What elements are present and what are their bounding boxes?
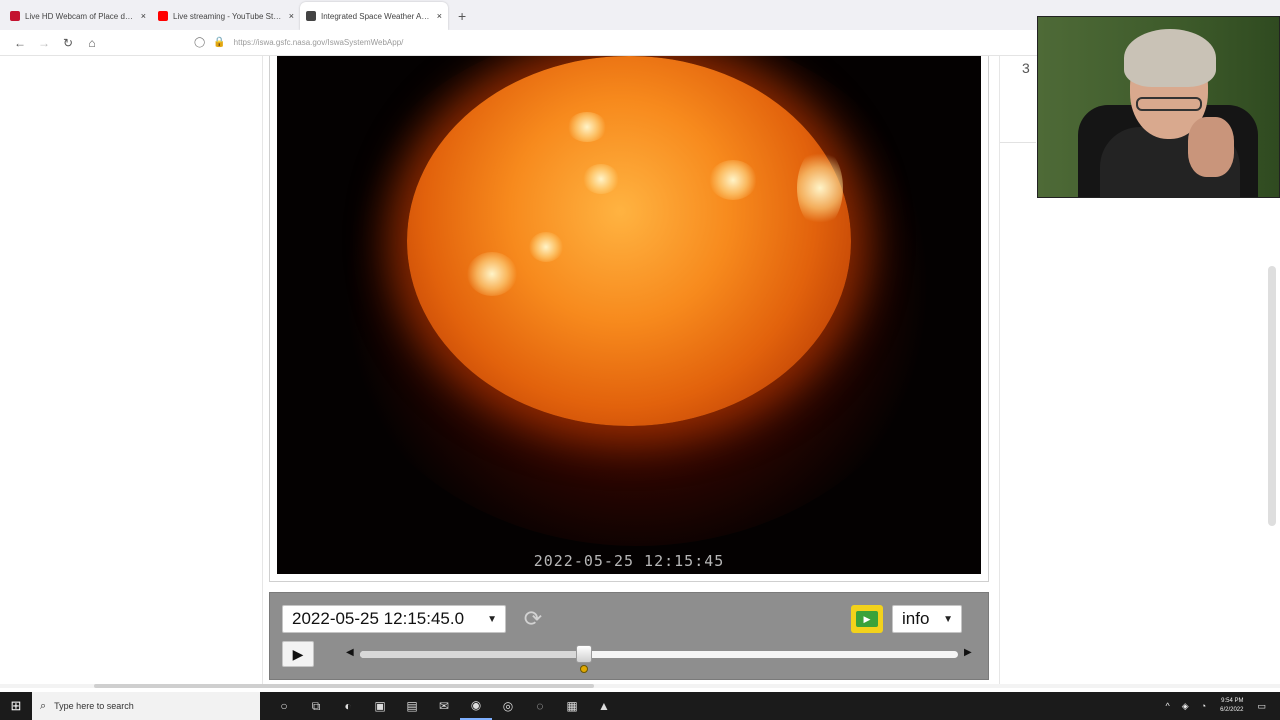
mail-icon[interactable]: ✉ xyxy=(428,692,460,720)
tab-close-icon[interactable]: × xyxy=(141,11,146,21)
browser-icon[interactable]: ◎ xyxy=(492,692,524,720)
tab-webcam[interactable]: Live HD Webcam of Place de la... × xyxy=(4,2,152,30)
active-region xyxy=(583,164,619,194)
search-icon: ⌕ xyxy=(40,699,47,712)
chevron-up-icon[interactable]: ^ xyxy=(1166,701,1170,711)
refresh-icon[interactable]: ⟳ xyxy=(520,607,546,633)
active-region xyxy=(709,160,757,200)
divider xyxy=(1000,142,1036,143)
network-icon[interactable]: ◈ xyxy=(1182,701,1189,712)
tab-label: Live HD Webcam of Place de la... xyxy=(25,11,137,21)
taskbar-apps: ○ ⧉ ◐ ▣ ▤ ✉ ◉ ◎ ◌ ▦ ▲ xyxy=(268,692,620,720)
taskbar-search[interactable]: ⌕ Type here to search xyxy=(32,692,260,720)
play-icon: ▶ xyxy=(292,645,304,662)
tab-youtube-studio[interactable]: Live streaming - YouTube Studio × xyxy=(152,2,300,30)
horizontal-scrollbar-thumb[interactable] xyxy=(94,684,594,688)
active-region xyxy=(467,252,517,296)
tab-label: Integrated Space Weather Ana... xyxy=(321,11,433,21)
movie-icon: ▶ xyxy=(856,611,878,627)
url-text[interactable]: https://iswa.gsfc.nasa.gov/IswaSystemWeb… xyxy=(234,38,404,47)
active-region xyxy=(567,112,607,142)
reload-icon[interactable]: ↻ xyxy=(56,36,80,50)
webcam-person-hair xyxy=(1124,29,1216,87)
time-slider-fill xyxy=(360,651,585,658)
webcam-overlay xyxy=(1037,16,1280,198)
sun-disk xyxy=(407,56,851,426)
viewer-controls: 2022-05-25 12:15:45.0 ▼ ⟳ ▶ info ▼ ▶ ◀ ▶ xyxy=(269,592,989,680)
datetime-value: 2022-05-25 12:15:45.0 xyxy=(292,609,465,628)
webcam-person-glasses xyxy=(1136,97,1202,111)
tab-space-weather[interactable]: Integrated Space Weather Ana... × xyxy=(300,2,448,30)
webcam-favicon-icon xyxy=(10,11,20,21)
page-favicon-icon xyxy=(306,11,316,21)
time-slider[interactable] xyxy=(360,645,958,673)
play-button[interactable]: ▶ xyxy=(282,641,314,667)
forward-icon[interactable]: → xyxy=(32,36,56,50)
webcam-person-hand xyxy=(1188,117,1234,177)
tab-close-icon[interactable]: × xyxy=(289,11,294,21)
volume-icon[interactable]: ◔ xyxy=(1201,701,1206,711)
search-placeholder: Type here to search xyxy=(54,701,134,711)
task-view-icon[interactable]: ⧉ xyxy=(300,692,332,720)
horizontal-scrollbar[interactable] xyxy=(0,684,1280,688)
chevron-down-icon: ▼ xyxy=(487,614,497,625)
vertical-scrollbar[interactable] xyxy=(1268,266,1276,526)
chrome-icon[interactable]: ◌ xyxy=(524,692,556,720)
active-region xyxy=(529,232,563,262)
edge-icon[interactable]: ◐ xyxy=(332,692,364,720)
store-icon[interactable]: ▣ xyxy=(364,692,396,720)
info-select[interactable]: info ▼ xyxy=(892,605,962,633)
system-tray: ^ ◈ ◔ 9:54 PM 6/2/2022 ▭ xyxy=(1160,692,1272,720)
youtube-favicon-icon xyxy=(158,11,168,21)
file-explorer-icon[interactable]: ▤ xyxy=(396,692,428,720)
settings-app-icon[interactable]: ▦ xyxy=(556,692,588,720)
datetime-select[interactable]: 2022-05-25 12:15:45.0 ▼ xyxy=(282,605,506,633)
clock-time: 9:54 PM xyxy=(1221,698,1244,704)
tab-label: Live streaming - YouTube Studio xyxy=(173,11,285,21)
lock-icon[interactable]: 🔒 xyxy=(213,37,225,48)
info-label: info xyxy=(902,609,930,628)
time-slider-handle[interactable] xyxy=(576,645,593,663)
tracking-shield-icon[interactable]: ◯ xyxy=(194,37,205,48)
slider-marker-icon xyxy=(580,665,589,673)
new-tab-button[interactable]: + xyxy=(458,8,466,24)
right-panel-fragment: 3 xyxy=(1022,60,1030,76)
solar-image: 2022-05-25 12:15:45 xyxy=(277,56,981,574)
notification-icon[interactable]: ▭ xyxy=(1257,701,1266,712)
step-forward-icon[interactable]: ▶ xyxy=(964,647,972,658)
tab-close-icon[interactable]: × xyxy=(437,11,442,21)
back-icon[interactable]: ← xyxy=(8,36,32,50)
clock-date: 6/2/2022 xyxy=(1220,707,1244,713)
image-timestamp: 2022-05-25 12:15:45 xyxy=(533,552,725,570)
home-icon[interactable]: ⌂ xyxy=(80,36,104,50)
start-icon[interactable]: ⊞ xyxy=(0,692,32,720)
movie-button[interactable]: ▶ xyxy=(851,605,883,633)
vlc-icon[interactable]: ▲ xyxy=(588,692,620,720)
cortana-icon[interactable]: ○ xyxy=(268,692,300,720)
address-bar[interactable]: ◯ 🔒 https://iswa.gsfc.nasa.gov/IswaSyste… xyxy=(194,37,403,48)
step-back-icon[interactable]: ◀ xyxy=(346,647,354,658)
active-region xyxy=(797,148,843,228)
windows-taskbar: ⊞ ⌕ Type here to search ○ ⧉ ◐ ▣ ▤ ✉ ◉ ◎ … xyxy=(0,692,1280,720)
browser-nav-bar: ← → ↻ ⌂ ◯ 🔒 https://iswa.gsfc.nasa.gov/I… xyxy=(0,30,1040,56)
firefox-icon[interactable]: ◉ xyxy=(460,692,492,720)
clock[interactable]: 9:54 PM 6/2/2022 xyxy=(1220,697,1243,715)
chevron-down-icon: ▼ xyxy=(943,614,953,625)
